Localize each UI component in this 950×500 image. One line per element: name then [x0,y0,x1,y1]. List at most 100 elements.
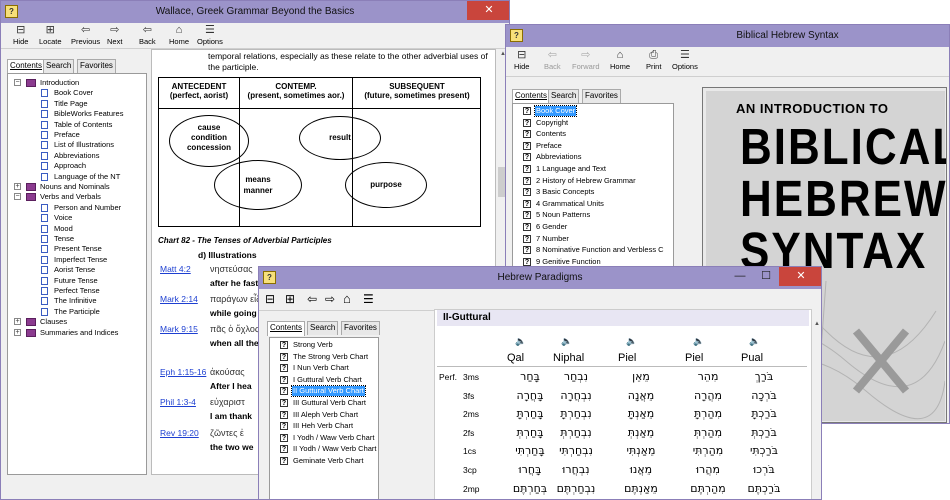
list-item[interactable]: ? Book Cover [513,105,673,117]
tree-item[interactable]: Present Tense [8,244,146,254]
audio-icon[interactable]: 🔈 [693,336,704,347]
list-item[interactable]: ? Abbreviations [513,152,673,162]
tree-item[interactable]: The Participle [8,307,146,317]
expand-icon[interactable]: + [14,328,21,336]
tree-item[interactable]: Future Tense [8,276,146,286]
list-item[interactable]: ? The Strong Verb Chart [270,352,378,362]
options-button[interactable]: ☰ Options [197,24,223,46]
back-button[interactable]: ⇦ Back [139,24,156,46]
locate-icon[interactable]: ⊞ [285,292,295,306]
verse-reference-link[interactable]: Rev 19:20 [160,428,199,438]
tree-item[interactable]: Voice [8,213,146,223]
paradigms-close-button[interactable]: ✕ [779,267,821,286]
tab-search[interactable]: Search [43,59,75,73]
list-item[interactable]: ? Strong Verb [270,340,378,350]
hide-icon[interactable]: ⊟ [265,292,275,306]
tree-item[interactable]: The Infinitive [8,296,146,306]
tree-item[interactable]: Tense [8,234,146,244]
list-item[interactable]: ? III Heh Verb Chart [270,421,378,431]
tree-item[interactable]: Mood [8,224,146,234]
tree-item[interactable]: Person and Number [8,203,146,213]
verse-reference-link[interactable]: Mark 9:15 [160,324,198,334]
tree-item[interactable]: Language of the NT [8,172,146,182]
verse-reference-link[interactable]: Mark 2:14 [160,294,198,304]
tab-favorites[interactable]: Favorites [77,59,116,73]
tree-item[interactable]: List of Illustrations [8,140,146,150]
tree-item[interactable]: Table of Contents [8,120,146,130]
locate-button[interactable]: ⊞ Locate [39,24,62,46]
wallace-close-button[interactable]: ✕ [467,1,509,20]
tab-contents[interactable]: Contents [512,89,551,104]
hide-button[interactable]: ⊟ Hide [514,49,529,71]
audio-icon[interactable]: 🔈 [626,336,637,347]
previous-icon[interactable]: ⇦ [307,292,317,306]
list-item[interactable]: ? 6 Gender [513,222,673,232]
home-icon[interactable]: ⌂ [343,291,351,306]
collapse-icon[interactable]: − [14,193,21,201]
tree-folder[interactable]: + Clauses [8,317,146,327]
next-icon[interactable]: ⇨ [325,292,335,306]
wallace-titlebar[interactable]: ? Wallace, Greek Grammar Beyond the Basi… [1,1,509,23]
verse-reference-link[interactable]: Matt 4:2 [160,264,191,274]
options-icon[interactable]: ☰ [363,292,374,306]
paradigms-scrollbar[interactable]: ▲ [812,309,821,499]
home-button[interactable]: ⌂ Home [169,24,189,46]
verse-reference-link[interactable]: Eph 1:15-16 [160,367,206,377]
tab-favorites[interactable]: Favorites [341,321,380,335]
verse-reference-link[interactable]: Phil 1:3-4 [160,397,196,407]
list-item[interactable]: ? I Yodh / Waw Verb Chart [270,433,378,443]
tree-item[interactable]: Approach [8,161,146,171]
home-button[interactable]: ⌂ Home [610,49,630,71]
scroll-up-icon[interactable]: ▲ [812,319,821,329]
list-item[interactable]: ? I Nun Verb Chart [270,363,378,373]
list-item[interactable]: ? III Guttural Verb Chart [270,398,378,408]
tree-item[interactable]: Perfect Tense [8,286,146,296]
list-item[interactable]: ? 2 History of Hebrew Grammar [513,176,673,186]
audio-icon[interactable]: 🔈 [561,336,572,347]
tree-folder[interactable]: − Introduction [8,78,146,88]
list-item[interactable]: ? II Guttural Verb Chart [270,385,378,398]
expand-icon[interactable]: + [14,183,21,190]
list-item[interactable]: ? Contents [513,129,673,139]
syntax-titlebar[interactable]: ? Biblical Hebrew Syntax [506,25,949,47]
list-item[interactable]: ? 8 Nominative Function and Verbless C [513,245,673,255]
tree-folder[interactable]: − Verbs and Verbals [8,192,146,202]
list-item[interactable]: ? III Aleph Verb Chart [270,410,378,420]
tree-item[interactable]: Aorist Tense [8,265,146,275]
hide-button[interactable]: ⊟ Hide [13,24,28,46]
list-item[interactable]: ? 1 Language and Text [513,164,673,174]
tree-folder[interactable]: + Nouns and Nominals [8,182,146,192]
list-item[interactable]: ? I Guttural Verb Chart [270,375,378,385]
tree-item[interactable]: BibleWorks Features [8,109,146,119]
paradigms-maximize-button[interactable]: ☐ [753,267,779,286]
tree-folder[interactable]: + Summaries and Indices [8,328,146,338]
tab-favorites[interactable]: Favorites [582,89,621,103]
list-item[interactable]: ? Preface [513,141,673,151]
tab-contents[interactable]: Contents [7,59,46,74]
expand-icon[interactable]: + [14,318,21,326]
audio-icon[interactable]: 🔈 [515,336,526,347]
list-item[interactable]: ? II Yodh / Waw Verb Chart [270,444,378,454]
list-item[interactable]: ? Copyright [513,118,673,128]
tree-item[interactable]: Book Cover [8,88,146,98]
list-item[interactable]: ? 5 Noun Patterns [513,210,673,220]
tree-item[interactable]: Imperfect Tense [8,255,146,265]
next-button[interactable]: ⇨ Next [107,24,122,46]
paradigms-minimize-button[interactable]: — [727,267,753,286]
tree-item[interactable]: Abbreviations [8,151,146,161]
list-item[interactable]: ? 3 Basic Concepts [513,187,673,197]
tree-item[interactable]: Preface [8,130,146,140]
list-item[interactable]: ? 7 Number [513,234,673,244]
collapse-icon[interactable]: − [14,79,21,86]
previous-button[interactable]: ⇦ Previous [71,24,100,46]
tab-search[interactable]: Search [307,321,339,335]
list-item[interactable]: ? 4 Grammatical Units [513,199,673,209]
tab-search[interactable]: Search [548,89,580,103]
list-item[interactable]: ? Geminate Verb Chart [270,456,378,466]
paradigms-titlebar[interactable]: ? Hebrew Paradigms — ☐ ✕ [259,267,821,289]
print-button[interactable]: ⎙ Print [646,49,661,71]
tab-contents[interactable]: Contents [267,321,306,336]
tree-item[interactable]: Title Page [8,99,146,109]
audio-icon[interactable]: 🔈 [749,336,760,347]
options-button[interactable]: ☰ Options [672,49,698,71]
